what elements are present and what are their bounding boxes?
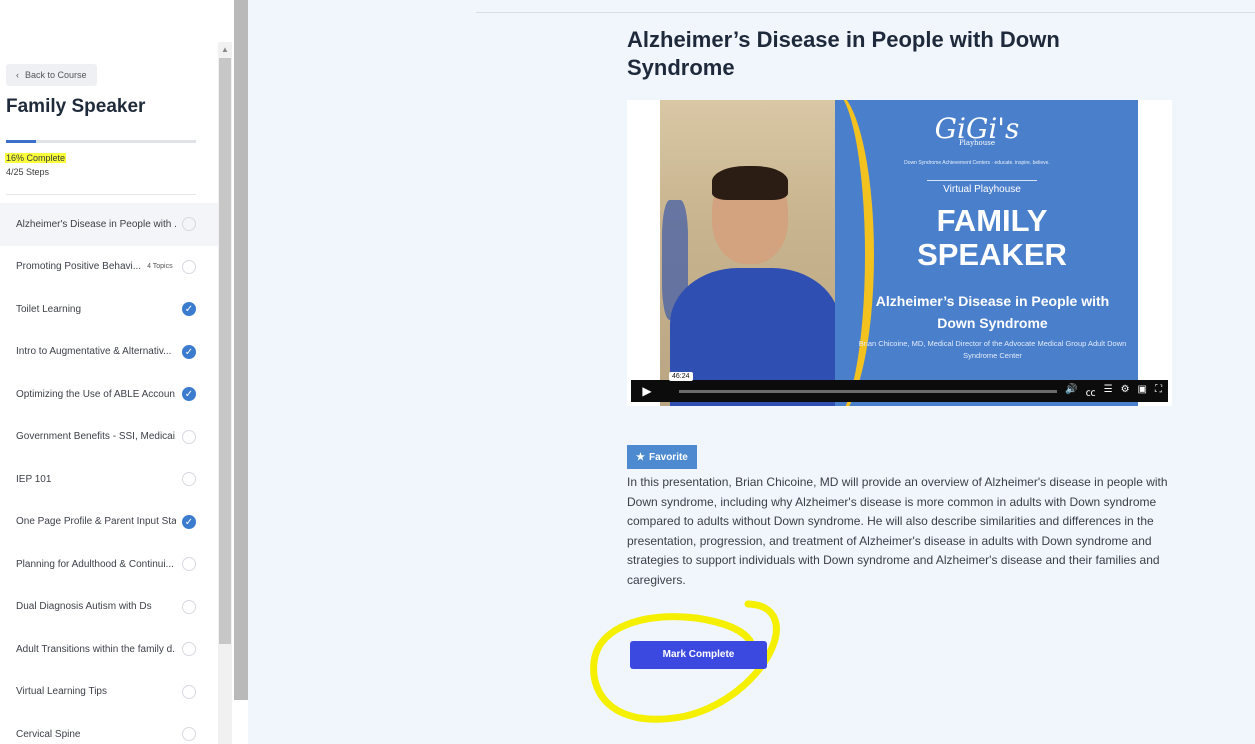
lesson-item[interactable]: Cervical Spine — [0, 713, 218, 744]
chevron-left-icon: ‹ — [16, 70, 19, 80]
back-to-course-label: Back to Course — [25, 70, 87, 80]
logo-divider — [927, 180, 1037, 181]
fullscreen-icon[interactable]: ⛶ — [1155, 384, 1162, 399]
video-headline-line-2: SPEAKER — [917, 237, 1067, 272]
mark-complete-button[interactable]: Mark Complete — [630, 641, 767, 669]
checkmark-icon: ✓ — [182, 302, 196, 317]
gigis-logo: GiGi's Playhouse — [927, 112, 1027, 147]
lesson-label: Government Benefits - SSI, Medicai... — [16, 431, 176, 443]
lesson-label: Adult Transitions within the family d... — [16, 643, 176, 655]
incomplete-circle-icon — [182, 217, 196, 232]
picture-in-picture-icon[interactable]: ▣ — [1138, 384, 1147, 399]
progress-bar — [6, 140, 196, 143]
scroll-up-arrow-icon[interactable]: ▲ — [221, 46, 229, 54]
lesson-label: Intro to Augmentative & Alternativ... — [16, 346, 172, 358]
lesson-item[interactable]: IEP 101 — [0, 458, 218, 501]
video-headline: FAMILY SPEAKER — [877, 204, 1107, 272]
lesson-item[interactable]: Dual Diagnosis Autism with Ds — [0, 586, 218, 629]
lesson-label: Optimizing the Use of ABLE Accoun... — [16, 388, 176, 400]
incomplete-circle-icon — [182, 684, 196, 699]
video-controls: ▶ 46:24 🔊 ㏄ ☰ ⚙ ▣ ⛶ — [631, 371, 1168, 402]
incomplete-circle-icon — [182, 429, 196, 444]
checkmark-icon: ✓ — [182, 387, 196, 402]
video-subtitle: Alzheimer’s Disease in People with Down … — [875, 293, 1110, 331]
progress-percent: 16% Complete — [5, 153, 67, 163]
incomplete-circle-icon — [182, 727, 196, 742]
favorite-button[interactable]: ★ Favorite — [627, 445, 697, 469]
virtual-playhouse-label: Virtual Playhouse — [943, 184, 1021, 195]
lesson-item[interactable]: One Page Profile & Parent Input Sta... ✓ — [0, 501, 218, 544]
lesson-item[interactable]: Alzheimer's Disease in People with ... — [0, 203, 218, 246]
settings-gear-icon[interactable]: ⚙ — [1121, 384, 1130, 399]
lesson-label: IEP 101 — [16, 473, 52, 485]
video-control-icons: 🔊 ㏄ ☰ ⚙ ▣ ⛶ — [1065, 384, 1168, 399]
lesson-label: Alzheimer's Disease in People with ... — [16, 218, 176, 230]
lesson-content: Alzheimer’s Disease in People with Down … — [248, 0, 1255, 744]
progress-steps: 4/25 Steps — [6, 167, 50, 177]
incomplete-circle-icon — [182, 557, 196, 572]
logo-tagline: Down Syndrome Achievement Centers · educ… — [904, 160, 1050, 166]
lesson-label: Toilet Learning — [16, 303, 82, 315]
time-tooltip: 46:24 — [669, 371, 693, 381]
lesson-item[interactable]: Planning for Adulthood & Continui... — [0, 543, 218, 586]
header-divider — [476, 12, 1255, 13]
lesson-description: In this presentation, Brian Chicoine, MD… — [627, 475, 1168, 587]
course-sidebar: ‹ Back to Course Family Speaker 16% Comp… — [0, 0, 218, 744]
video-credit: Brian Chicoine, MD, Medical Director of … — [858, 339, 1127, 360]
lesson-label: Promoting Positive Behavi... — [16, 261, 142, 273]
incomplete-circle-icon — [182, 642, 196, 657]
video-player[interactable]: GiGi's Playhouse Down Syndrome Achieveme… — [627, 100, 1172, 406]
panel-divider — [234, 0, 248, 700]
lesson-label: One Page Profile & Parent Input Sta... — [16, 516, 176, 528]
lesson-item[interactable]: Government Benefits - SSI, Medicai... — [0, 416, 218, 459]
lesson-label: Virtual Learning Tips — [16, 686, 107, 698]
scrollbar-thumb[interactable] — [219, 58, 231, 644]
course-title: Family Speaker — [6, 96, 146, 117]
checkmark-icon: ✓ — [182, 344, 196, 359]
back-to-course-button[interactable]: ‹ Back to Course — [6, 64, 97, 86]
lesson-label: Dual Diagnosis Autism with Ds — [16, 601, 152, 613]
lesson-label: Cervical Spine — [16, 728, 81, 740]
incomplete-circle-icon — [182, 472, 196, 487]
lesson-item[interactable]: Toilet Learning ✓ — [0, 288, 218, 331]
captions-icon[interactable]: ㏄ — [1086, 384, 1096, 399]
volume-icon[interactable]: 🔊 — [1065, 384, 1077, 399]
lesson-item[interactable]: Optimizing the Use of ABLE Accoun... ✓ — [0, 373, 218, 416]
sidebar-divider — [6, 194, 196, 195]
star-icon: ★ — [636, 451, 645, 463]
video-scrubber[interactable]: 46:24 — [669, 371, 1058, 393]
checkmark-icon: ✓ — [182, 514, 196, 529]
lesson-title: Alzheimer’s Disease in People with Down … — [627, 27, 1060, 80]
lesson-item[interactable]: Adult Transitions within the family d... — [0, 628, 218, 671]
speaker-figure-hair — [712, 166, 788, 200]
video-headline-line-1: FAMILY — [936, 203, 1048, 238]
lesson-label: Planning for Adulthood & Continui... — [16, 558, 174, 570]
lesson-list: Alzheimer's Disease in People with ... P… — [0, 203, 218, 744]
incomplete-circle-icon — [182, 599, 196, 614]
lesson-topics-count: 4 Topics — [147, 263, 173, 271]
transcript-icon[interactable]: ☰ — [1104, 384, 1113, 399]
favorite-label: Favorite — [648, 451, 688, 463]
progress-bar-fill — [6, 140, 37, 143]
sidebar-scrollbar[interactable]: ▲ — [218, 42, 232, 744]
lesson-item[interactable]: Virtual Learning Tips — [0, 671, 218, 714]
incomplete-circle-icon — [182, 259, 196, 274]
lesson-item[interactable]: Intro to Augmentative & Alternativ... ✓ — [0, 331, 218, 374]
lesson-item[interactable]: Promoting Positive Behavi... 4 Topics — [0, 246, 218, 289]
play-icon[interactable]: ▶ — [631, 380, 663, 402]
